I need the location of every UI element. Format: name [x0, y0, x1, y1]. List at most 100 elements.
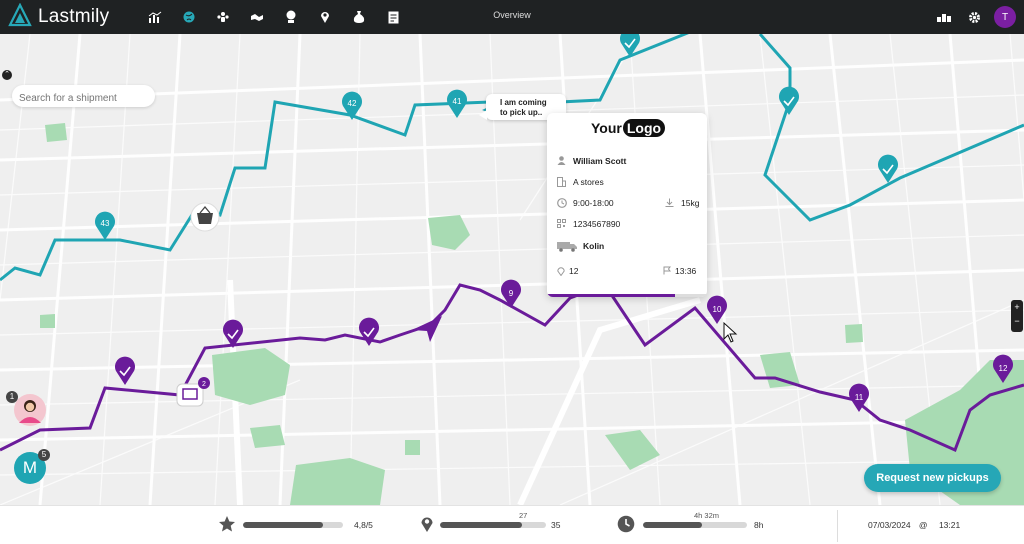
- main-road-2: [517, 297, 701, 505]
- agent-photo-icon: [14, 394, 46, 426]
- stops-total: 35: [551, 520, 561, 530]
- view-title: Overview: [493, 10, 531, 20]
- card-row-eta: 13:36: [663, 266, 696, 276]
- agent-avatar-m[interactable]: M 5: [14, 449, 50, 484]
- purple-done-marker-1: [114, 356, 135, 385]
- current-datetime: 07/03/2024 @ 13:21: [868, 520, 960, 530]
- current-time: 13:21: [938, 520, 961, 530]
- clock-icon: [617, 515, 635, 538]
- teal-marker-42: 42: [342, 91, 362, 120]
- time-elapsed: 4h 32m: [694, 511, 720, 520]
- svg-text:2: 2: [202, 381, 206, 388]
- teal-done-marker-3: [878, 154, 899, 183]
- customer-name: William Scott: [573, 156, 627, 166]
- map-canvas[interactable]: 43 42 41 9 10 11 12 2 ⌃ I am comingto pi…: [0, 34, 1024, 505]
- agent-count-badge: 1: [6, 391, 18, 403]
- bottom-status-bar: 4,8/5 27 35 4h 32m 8h 07/03/2024 @ 13:21: [0, 505, 1024, 544]
- company-logo: Your Logo: [591, 119, 666, 137]
- app-name: Lastmily: [38, 6, 110, 27]
- shipment-info-card[interactable]: Your Logo William Scott A stores 9:00-18:…: [547, 113, 707, 297]
- svg-text:10: 10: [713, 305, 722, 314]
- shop-basket-icon: [190, 202, 220, 232]
- opening-hours: 9:00-18:00: [573, 198, 614, 208]
- zoom-out-button[interactable]: −: [1011, 314, 1023, 328]
- card-progress-bar: [547, 294, 707, 297]
- globe-icon[interactable]: [181, 9, 197, 25]
- location-pin-icon: [420, 515, 434, 538]
- qr-code-icon: [557, 219, 567, 229]
- search-input[interactable]: [12, 85, 155, 107]
- download-weight-icon: [665, 198, 675, 208]
- handshake-icon[interactable]: [249, 9, 265, 25]
- brand[interactable]: Lastmily: [8, 2, 110, 32]
- lastmily-logo-icon: [8, 2, 32, 32]
- flag-icon: [663, 266, 673, 276]
- stops-count: 12: [569, 266, 579, 276]
- collapse-icon[interactable]: ⌃: [2, 70, 12, 80]
- truck-icon: [557, 241, 577, 252]
- building-icon: [557, 177, 567, 187]
- bottom-divider: [837, 510, 838, 542]
- card-row-phone: 1234567890: [557, 219, 620, 229]
- invoice-icon[interactable]: [385, 9, 401, 25]
- user-avatar[interactable]: T: [994, 6, 1016, 28]
- teal-done-marker-2: [779, 86, 800, 115]
- time-bar-fill: [643, 522, 703, 528]
- time-metric: 4h 32m 8h: [616, 506, 786, 544]
- card-progress-fill: [547, 294, 675, 297]
- clock-icon: [557, 198, 567, 208]
- location-pin-icon: [557, 266, 567, 276]
- dashboard-chart-icon[interactable]: [147, 9, 163, 25]
- card-row-vehicle: Kolin: [557, 241, 605, 252]
- location-pin-icon[interactable]: [317, 9, 333, 25]
- time-bar: [643, 522, 747, 528]
- time-total: 8h: [754, 520, 764, 530]
- datetime-at: @: [918, 520, 928, 530]
- gear-icon[interactable]: [966, 9, 982, 25]
- app-root: Lastmily Overview T 43 42 41 9 10 11 12 …: [0, 0, 1024, 544]
- stops-metric: 27 35: [418, 506, 578, 544]
- top-navbar: Lastmily Overview T: [0, 0, 1024, 34]
- rating-metric: 4,8/5: [218, 506, 388, 544]
- svg-text:42: 42: [348, 99, 357, 108]
- coins-icon[interactable]: [283, 9, 299, 25]
- card-row-stops: 12: [557, 266, 578, 276]
- eta-time: 13:36: [675, 266, 697, 276]
- request-pickups-button[interactable]: Request new pickups: [864, 464, 1001, 492]
- store-name: A stores: [573, 177, 604, 187]
- card-row-weight: 15kg: [665, 198, 699, 208]
- package-weight: 15kg: [681, 198, 700, 208]
- svg-text:43: 43: [101, 219, 110, 228]
- phone-number: 1234567890: [573, 219, 621, 229]
- agent-count-badge: 5: [38, 449, 50, 461]
- card-row-store: A stores: [557, 177, 604, 187]
- teal-marker-43: 43: [95, 211, 115, 240]
- card-row-hours: 9:00-18:00: [557, 198, 614, 208]
- logo-text-a: Your: [591, 120, 622, 136]
- team-icon[interactable]: [215, 9, 231, 25]
- stops-bar: [440, 522, 546, 528]
- rating-bar: [243, 522, 343, 528]
- zoom-control: + −: [1011, 300, 1023, 332]
- stops-done: 27: [519, 511, 528, 520]
- zoom-in-button[interactable]: +: [1011, 300, 1023, 314]
- main-nav: [147, 9, 419, 25]
- rating-bar-fill: [243, 522, 323, 528]
- bubble-line-1: I am coming: [500, 98, 547, 107]
- pickup-vehicle-marker: 2: [176, 377, 210, 407]
- current-date: 07/03/2024: [868, 520, 911, 530]
- top-right-controls: T: [922, 6, 1016, 28]
- money-bag-icon[interactable]: [351, 9, 367, 25]
- person-icon: [557, 156, 567, 166]
- svg-text:41: 41: [453, 97, 462, 106]
- stops-bar-fill: [440, 522, 522, 528]
- svg-text:11: 11: [855, 393, 864, 402]
- logo-text-b: Logo: [622, 119, 666, 137]
- svg-text:12: 12: [999, 364, 1008, 373]
- purple-direction-arrow: [412, 316, 442, 342]
- warehouse-icon[interactable]: [936, 9, 952, 25]
- rating-value: 4,8/5: [354, 520, 373, 530]
- card-row-name: William Scott: [557, 156, 626, 166]
- vehicle-name: Kolin: [583, 241, 605, 251]
- svg-text:9: 9: [509, 289, 514, 298]
